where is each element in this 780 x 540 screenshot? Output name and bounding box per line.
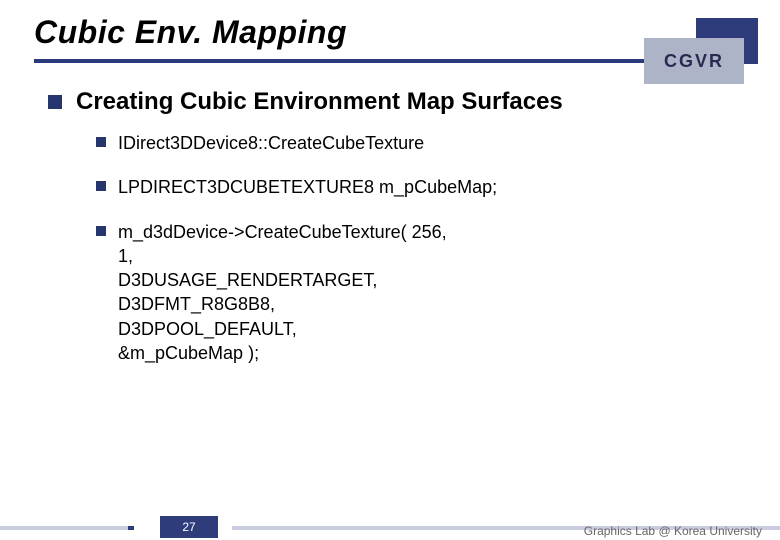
org-badge: CGVR — [638, 18, 758, 86]
slide-body: Creating Cubic Environment Map Surfaces … — [0, 63, 780, 365]
badge-label: CGVR — [664, 51, 724, 72]
list-item-text: IDirect3DDevice8::CreateCubeTexture — [118, 131, 424, 155]
square-bullet-icon — [96, 226, 106, 236]
page-number-badge: 27 — [160, 516, 218, 538]
badge-front-rect: CGVR — [644, 38, 744, 84]
slide-footer: 27 Graphics Lab @ Korea University — [0, 510, 780, 540]
heading-bullet: Creating Cubic Environment Map Surfaces — [48, 87, 732, 117]
square-bullet-icon — [96, 181, 106, 191]
list-item: m_d3dDevice->CreateCubeTexture( 256, 1, … — [96, 220, 732, 366]
square-bullet-icon — [48, 95, 62, 109]
footer-attribution: Graphics Lab @ Korea University — [584, 524, 762, 538]
footer-rule-accent — [128, 526, 134, 530]
list-item: LPDIRECT3DCUBETEXTURE8 m_pCubeMap; — [96, 175, 732, 199]
list-item-text: m_d3dDevice->CreateCubeTexture( 256, 1, … — [118, 220, 447, 366]
heading-text: Creating Cubic Environment Map Surfaces — [76, 87, 563, 117]
footer-rule-left — [0, 526, 128, 530]
list-item: IDirect3DDevice8::CreateCubeTexture — [96, 131, 732, 155]
square-bullet-icon — [96, 137, 106, 147]
list-item-text: LPDIRECT3DCUBETEXTURE8 m_pCubeMap; — [118, 175, 497, 199]
sub-bullet-list: IDirect3DDevice8::CreateCubeTexture LPDI… — [48, 131, 732, 365]
page-number: 27 — [182, 520, 195, 534]
